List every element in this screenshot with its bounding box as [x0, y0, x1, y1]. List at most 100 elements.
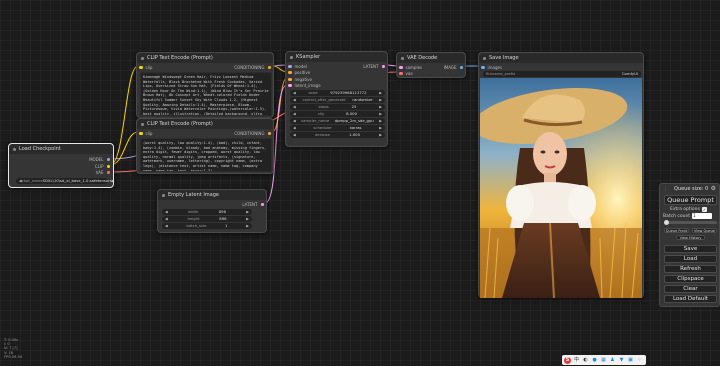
- steps-widget[interactable]: ◀ steps 25 ▶: [290, 104, 385, 110]
- collapse-dot-icon[interactable]: [483, 56, 486, 60]
- node-title[interactable]: Empty Latent Image: [158, 190, 266, 200]
- arrow-left-icon[interactable]: ◀: [293, 105, 296, 109]
- arrow-right-icon[interactable]: ▶: [112, 179, 115, 183]
- output-vae[interactable]: VAE: [96, 170, 110, 175]
- arrow-left-icon[interactable]: ◀: [293, 112, 296, 116]
- node-title[interactable]: Save Image: [479, 53, 643, 63]
- node-vae-decode[interactable]: VAE Decode samples vae IMAGE: [396, 52, 466, 78]
- load-default-button[interactable]: Load Default: [664, 295, 717, 303]
- input-clip[interactable]: clip: [139, 131, 152, 136]
- view-queue-button[interactable]: View Queue: [692, 228, 717, 233]
- collapse-dot-icon[interactable]: [13, 147, 16, 151]
- arrow-right-icon[interactable]: ▶: [379, 105, 382, 109]
- height-widget[interactable]: ◀ height 896 ▶: [162, 216, 252, 222]
- output-clip[interactable]: CLIP: [95, 164, 110, 169]
- collapse-dot-icon[interactable]: [141, 122, 144, 126]
- output-latent[interactable]: LATENT: [363, 64, 385, 69]
- input-model[interactable]: model: [288, 64, 307, 69]
- output-image[interactable]: IMAGE: [444, 65, 463, 70]
- node-load-checkpoint[interactable]: Load Checkpoint MODEL CLIP VAE ◀ ckpt_na…: [8, 143, 114, 188]
- arrow-right-icon[interactable]: ▶: [379, 91, 382, 95]
- input-vae[interactable]: vae: [399, 71, 413, 76]
- output-conditioning[interactable]: CONDITIONING: [234, 65, 271, 70]
- arrow-right-icon[interactable]: ▶: [246, 210, 249, 214]
- positive-prompt-textarea[interactable]: Kimonagh Windswept Green Hair, Frizz Loo…: [140, 72, 272, 116]
- arrow-right-icon[interactable]: ▶: [379, 112, 382, 116]
- extra-options-checkbox[interactable]: ✓: [701, 207, 707, 212]
- arrow-right-icon[interactable]: ▶: [246, 224, 249, 228]
- collapse-dot-icon[interactable]: [290, 55, 293, 59]
- view-history-button[interactable]: View History: [676, 235, 705, 240]
- queue-front-button[interactable]: Queue Front: [664, 228, 689, 233]
- output-latent[interactable]: LATENT: [242, 202, 264, 207]
- batch-count-slider[interactable]: [664, 220, 717, 225]
- arrow-left-icon[interactable]: ◀: [293, 126, 296, 130]
- node-title[interactable]: CLIP Text Encode (Prompt): [137, 119, 273, 129]
- input-samples[interactable]: samples: [399, 65, 422, 70]
- control-after-generate-widget[interactable]: ◀ control_after_generate randomize ▶: [290, 97, 385, 103]
- output-model[interactable]: MODEL: [89, 157, 110, 162]
- arrow-left-icon[interactable]: ◀: [293, 119, 296, 123]
- batch-size-widget[interactable]: ◀ batch_size 1 ▶: [162, 223, 252, 229]
- node-clip-text-positive[interactable]: CLIP Text Encode (Prompt) clip CONDITION…: [136, 52, 274, 118]
- lang-icon[interactable]: 中: [573, 357, 580, 364]
- load-button[interactable]: Load: [664, 255, 717, 263]
- arrow-left-icon[interactable]: ◀: [293, 98, 296, 102]
- scheduler-widget[interactable]: ◀ scheduler karras ▶: [290, 125, 385, 131]
- collapse-dot-icon[interactable]: [401, 56, 404, 60]
- input-negative[interactable]: negative: [288, 77, 312, 82]
- arrow-left-icon[interactable]: ◀: [293, 133, 296, 137]
- node-title[interactable]: KSampler: [286, 52, 387, 62]
- mic-icon[interactable]: ●: [591, 357, 598, 364]
- queue-prompt-button[interactable]: Queue Prompt: [664, 195, 717, 205]
- clear-button[interactable]: Clear: [664, 285, 717, 293]
- width-widget[interactable]: ◀ width 896 ▶: [162, 209, 252, 215]
- arrow-right-icon[interactable]: ▶: [246, 217, 249, 221]
- apps-icon[interactable]: ⁘: [636, 357, 643, 364]
- slider-thumb[interactable]: [664, 220, 669, 225]
- output-conditioning[interactable]: CONDITIONING: [234, 131, 271, 136]
- widget-value: ComfyUI: [621, 71, 638, 77]
- arrow-right-icon[interactable]: ▶: [379, 126, 382, 130]
- node-title[interactable]: CLIP Text Encode (Prompt): [137, 53, 273, 63]
- generated-image[interactable]: [480, 78, 642, 298]
- user-icon[interactable]: ♟: [609, 357, 616, 364]
- arrow-left-icon[interactable]: ◀: [165, 224, 168, 228]
- arrow-right-icon[interactable]: ▶: [379, 98, 382, 102]
- collapse-dot-icon[interactable]: [141, 56, 144, 60]
- save-button[interactable]: Save: [664, 245, 717, 253]
- collapse-dot-icon[interactable]: [162, 193, 165, 197]
- filename-prefix-widget[interactable]: filename_prefix ComfyUI: [483, 71, 641, 77]
- seed-widget[interactable]: ◀ seed 979239968113772 ▶: [290, 90, 385, 96]
- arrow-left-icon[interactable]: ◀: [165, 217, 168, 221]
- refresh-button[interactable]: Refresh: [664, 265, 717, 273]
- denoise-widget[interactable]: ◀ denoise 1.000 ▶: [290, 132, 385, 138]
- node-clip-text-negative[interactable]: CLIP Text Encode (Prompt) clip CONDITION…: [136, 118, 274, 174]
- slot-dot: [139, 131, 143, 136]
- input-clip[interactable]: clip: [139, 65, 152, 70]
- arrow-right-icon[interactable]: ▶: [379, 119, 382, 123]
- grid-icon[interactable]: ▣: [627, 357, 634, 364]
- arrow-left-icon[interactable]: ◀: [165, 210, 168, 214]
- negative-prompt-textarea[interactable]: (worst quality, low quality:1.4), (bad),…: [140, 138, 272, 172]
- moon-icon[interactable]: ◐: [582, 357, 589, 364]
- batch-count-input[interactable]: 1: [692, 213, 713, 219]
- arrow-right-icon[interactable]: ▶: [379, 133, 382, 137]
- node-ksampler[interactable]: KSampler model positive negative latent_…: [285, 51, 388, 147]
- ime-s-icon[interactable]: S: [564, 356, 571, 364]
- arrow-left-icon[interactable]: ◀: [293, 91, 296, 95]
- keyboard-icon[interactable]: ▦: [600, 357, 607, 364]
- cfg-widget[interactable]: ◀ cfg 8.000 ▶: [290, 111, 385, 117]
- input-positive[interactable]: positive: [288, 70, 310, 75]
- ckpt-name-widget[interactable]: ◀ ckpt_name SDXL\10\sd_xl_base_1.0.safet…: [16, 178, 114, 184]
- node-title[interactable]: Load Checkpoint: [9, 144, 113, 154]
- node-empty-latent-image[interactable]: Empty Latent Image LATENT ◀ width 896 ▶ ◀ he…: [157, 189, 267, 233]
- drag-handle-icon[interactable]: ⋮: [663, 186, 668, 192]
- node-title[interactable]: VAE Decode: [397, 53, 465, 63]
- gear-icon[interactable]: ⚙: [711, 185, 716, 192]
- clipspace-button[interactable]: Clipspace: [664, 275, 717, 283]
- shirt-icon[interactable]: ▼: [618, 357, 625, 364]
- input-latent-image[interactable]: latent_image: [288, 83, 321, 88]
- sampler-name-widget[interactable]: ◀ sampler_name dpmpp_2m_sde_gpu ▶: [290, 118, 385, 124]
- input-images[interactable]: images: [481, 65, 502, 70]
